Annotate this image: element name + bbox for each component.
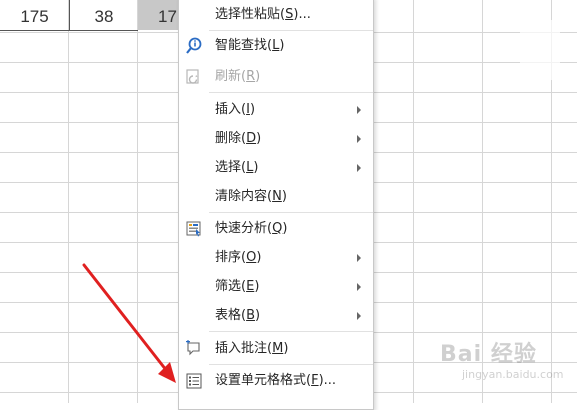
blur-patch (520, 20, 560, 80)
watermark-url: jingyan.baidu.com (462, 368, 564, 381)
watermark: Bai 经验 (440, 342, 537, 367)
